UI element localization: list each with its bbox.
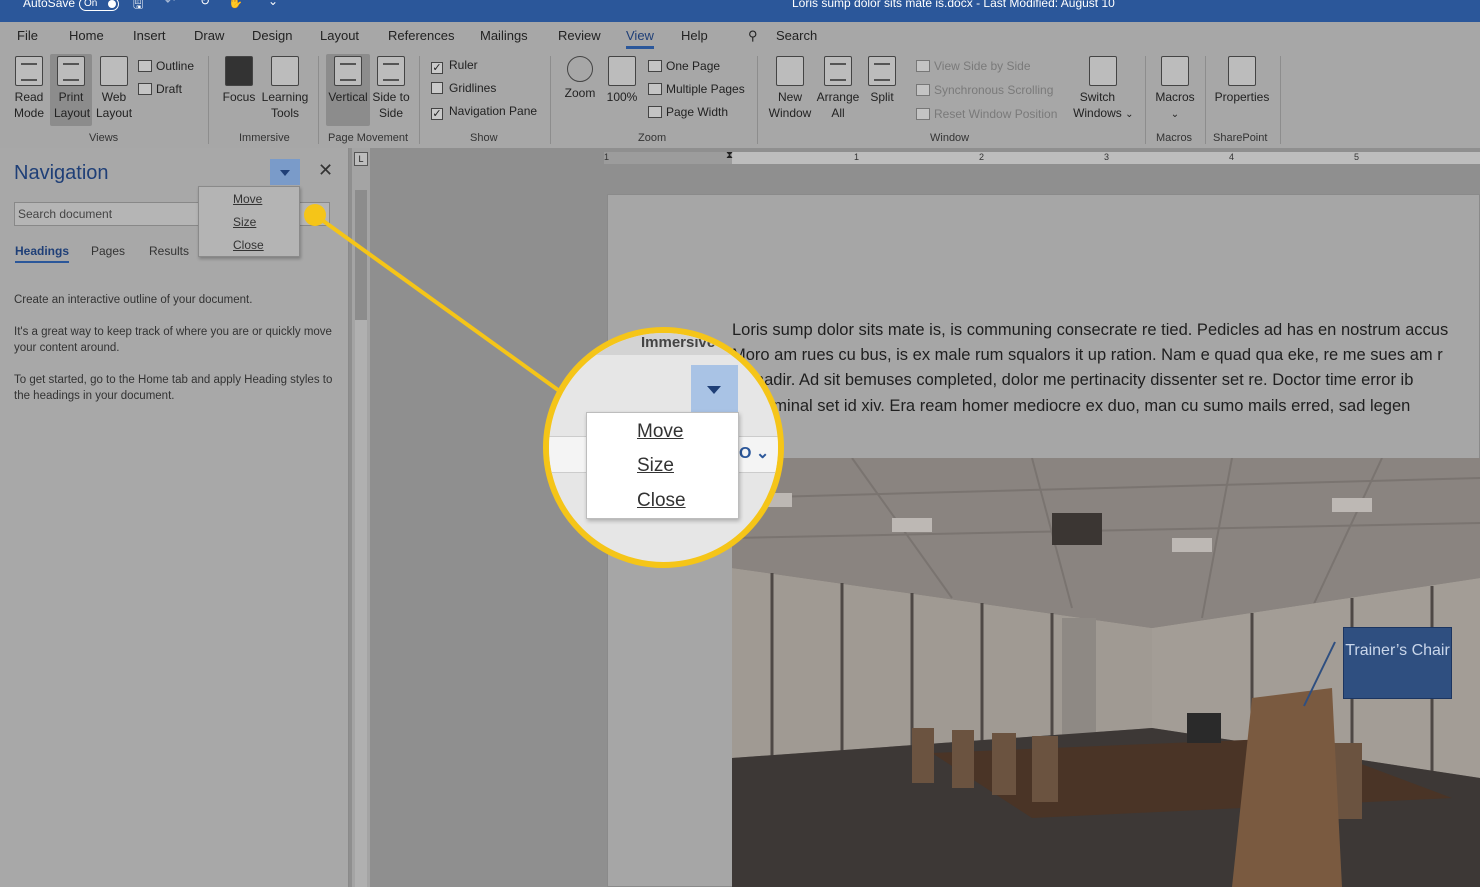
search-icon: O ⌄: [739, 445, 770, 462]
magnified-menu-size-label: Size: [637, 455, 674, 476]
magnified-options-button: [691, 365, 738, 413]
magnified-options-menu: Move Size Close: [586, 412, 739, 519]
magnified-menu-close: Close: [637, 490, 686, 512]
magnified-menu-close-label: Close: [637, 490, 686, 511]
magnified-menu-move: Move: [637, 421, 683, 443]
magnified-menu-move-label: Move: [637, 421, 684, 442]
magnified-menu-size: Size: [637, 455, 674, 477]
magnified-immersive-label: Immersive: [641, 334, 716, 351]
highlight-dot: [304, 204, 326, 226]
magnifier-zoom: Immersive O ⌄ Move Size Close: [543, 327, 784, 568]
